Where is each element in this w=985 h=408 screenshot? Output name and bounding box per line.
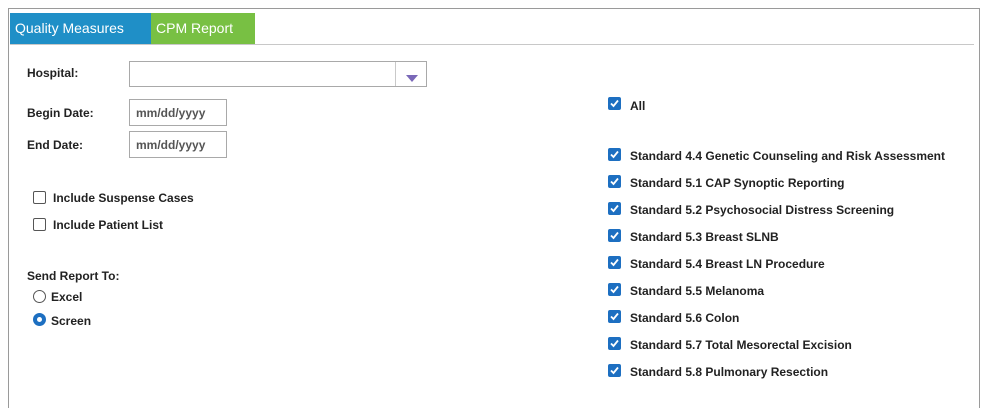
standard-label: Standard 5.3 Breast SLNB [630,230,779,244]
all-label: All [630,99,646,113]
standard-checkbox[interactable] [608,148,621,161]
screen-label: Screen [51,314,92,328]
standard-checkbox[interactable] [608,337,621,350]
dropdown-separator [395,62,396,86]
hospital-label: Hospital: [27,66,79,80]
standard-checkbox[interactable] [608,175,621,188]
all-checkbox[interactable] [608,97,621,110]
excel-label: Excel [51,290,83,304]
include-suspense-label: Include Suspense Cases [53,191,194,205]
standard-label: Standard 5.1 CAP Synoptic Reporting [630,176,845,190]
standard-label: Standard 5.2 Psychosocial Distress Scree… [630,203,895,217]
include-patient-list-label: Include Patient List [53,218,164,232]
tab-divider [10,44,974,45]
tab-quality-measures[interactable]: Quality Measures [10,13,151,44]
end-date-input[interactable] [129,131,227,158]
standard-checkbox[interactable] [608,229,621,242]
tab-bar: Quality Measures CPM Report [10,13,255,44]
end-date-label: End Date: [27,138,84,152]
include-patient-list-checkbox[interactable] [33,218,46,231]
standard-checkbox[interactable] [608,283,621,296]
standard-label: Standard 5.7 Total Mesorectal Excision [630,338,852,352]
standard-label: Standard 4.4 Genetic Counseling and Risk… [630,149,945,163]
standard-label: Standard 5.8 Pulmonary Resection [630,365,829,379]
send-report-label: Send Report To: [27,269,120,283]
begin-date-input[interactable] [129,99,227,126]
begin-date-label: Begin Date: [27,106,94,120]
chevron-down-icon[interactable] [406,71,418,85]
standard-checkbox[interactable] [608,202,621,215]
standard-checkbox[interactable] [608,364,621,377]
hospital-dropdown[interactable] [129,61,427,87]
screen-radio[interactable] [33,313,46,326]
excel-radio[interactable] [33,290,46,303]
standard-label: Standard 5.4 Breast LN Procedure [630,257,825,271]
standard-checkbox[interactable] [608,256,621,269]
standard-label: Standard 5.5 Melanoma [630,284,765,298]
standard-checkbox[interactable] [608,310,621,323]
include-suspense-checkbox[interactable] [33,191,46,204]
standard-label: Standard 5.6 Colon [630,311,740,325]
tab-cpm-report[interactable]: CPM Report [151,13,255,44]
